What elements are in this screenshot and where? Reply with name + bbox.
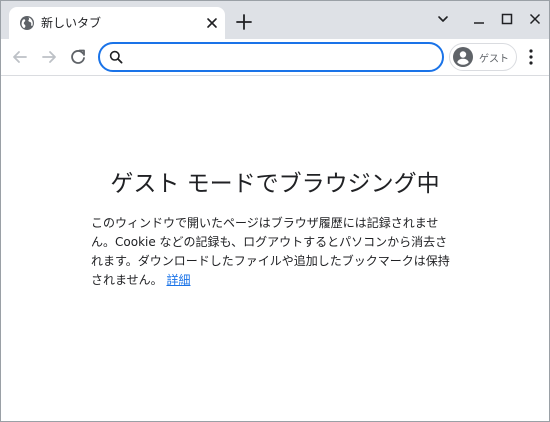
- tab-strip: 新しいタブ: [1, 1, 549, 39]
- address-input[interactable]: [128, 47, 432, 69]
- toolbar: ゲスト: [1, 39, 549, 76]
- profile-button[interactable]: ゲスト: [449, 43, 517, 71]
- close-icon[interactable]: [204, 15, 220, 31]
- chevron-down-icon[interactable]: [433, 9, 453, 29]
- reload-icon[interactable]: [67, 46, 89, 68]
- close-window-icon[interactable]: [525, 9, 545, 29]
- tab-title: 新しいタブ: [41, 16, 102, 30]
- profile-label: ゲスト: [479, 54, 509, 65]
- learn-more-link[interactable]: 詳細: [166, 273, 190, 287]
- back-arrow-icon[interactable]: [9, 46, 31, 68]
- tab-new-tab[interactable]: 新しいタブ: [9, 7, 225, 39]
- guest-description: このウィンドウで開いたページはブラウザ履歴には記録されません。Cookie など…: [91, 214, 459, 290]
- search-icon: [109, 50, 123, 64]
- forward-arrow-icon[interactable]: [38, 46, 60, 68]
- browser-window: 新しいタブ ゲスト ゲスト モードでブラウジング中 このウィンドウで開いたページ…: [0, 0, 550, 422]
- page-title: ゲスト モードでブラウジング中: [110, 171, 440, 197]
- description-text: このウィンドウで開いたページはブラウザ履歴には記録されません。Cookie など…: [91, 216, 450, 287]
- minimize-icon[interactable]: [469, 9, 489, 29]
- new-tab-plus-icon[interactable]: [234, 12, 254, 32]
- kebab-menu-icon[interactable]: [522, 47, 540, 67]
- guest-avatar-icon: [453, 47, 473, 67]
- globe-icon: [20, 16, 34, 30]
- address-bar[interactable]: [98, 42, 444, 72]
- maximize-icon[interactable]: [497, 9, 517, 29]
- guest-page-content: ゲスト モードでブラウジング中 このウィンドウで開いたページはブラウザ履歴には記…: [1, 76, 549, 421]
